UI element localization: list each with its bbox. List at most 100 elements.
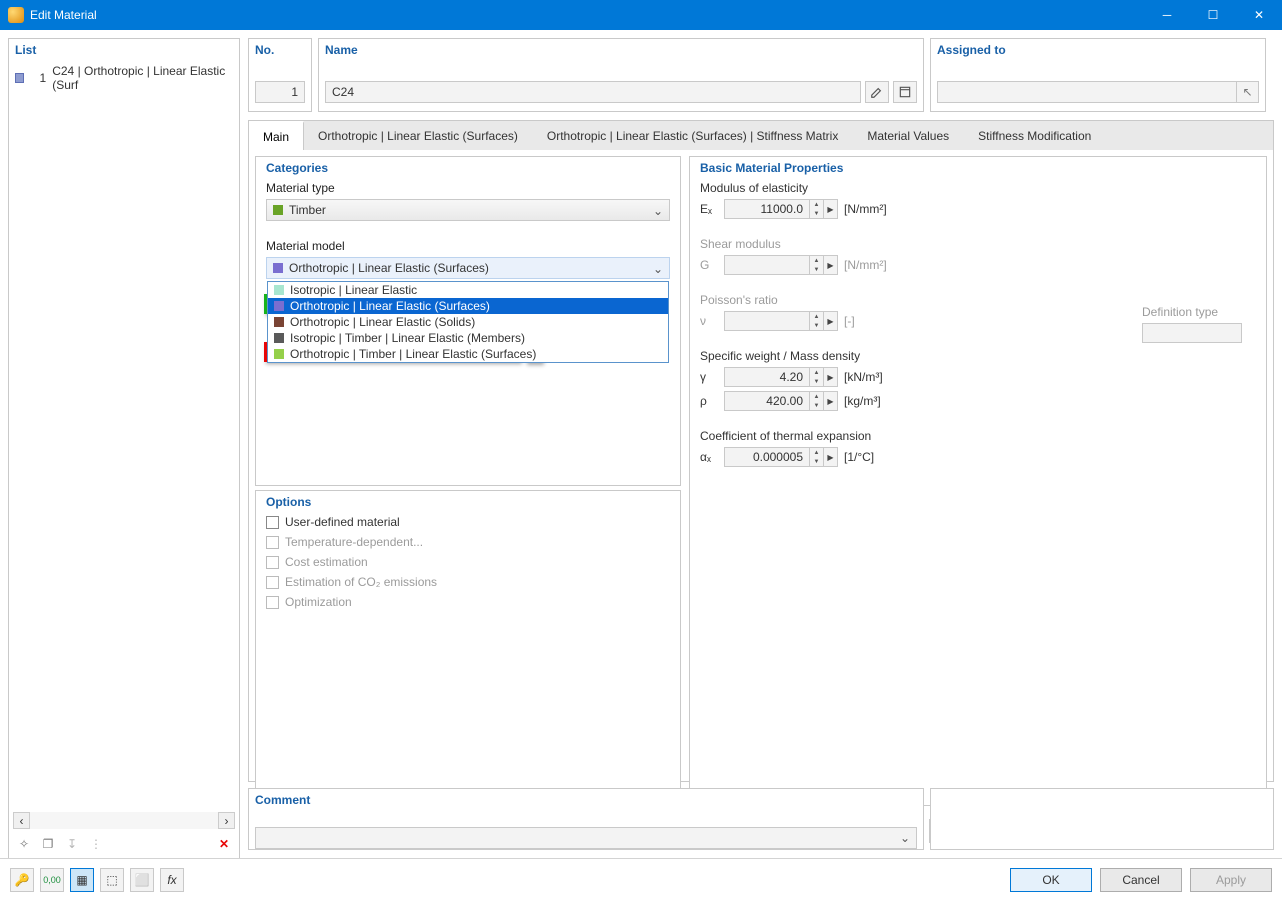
categories-header: Categories: [266, 161, 670, 175]
bottom-right-panel: [930, 788, 1274, 850]
assigned-input[interactable]: ↖: [937, 81, 1259, 103]
help-button[interactable]: 🔑: [10, 868, 34, 892]
material-model-dropdown: Isotropic | Linear Elastic Orthotropic |…: [267, 281, 669, 363]
definition-type-label: Definition type: [1142, 305, 1242, 319]
option-cost: Cost estimation: [266, 555, 670, 569]
library-button[interactable]: [893, 81, 917, 103]
new-item-button[interactable]: ✧: [13, 833, 35, 855]
modulus-label: Modulus of elasticity: [700, 181, 1256, 195]
checkbox: [266, 536, 279, 549]
chevron-down-icon: ⌄: [894, 831, 916, 845]
dropdown-item[interactable]: Orthotropic | Linear Elastic (Surfaces): [268, 298, 668, 314]
categories-group: Categories Material type Timber ⌄ Materi…: [255, 156, 681, 486]
ok-button[interactable]: OK: [1010, 868, 1092, 892]
app-icon: [8, 7, 24, 23]
view-button-2[interactable]: ⬚: [100, 868, 124, 892]
scroll-left-icon[interactable]: ‹: [13, 812, 30, 829]
model-swatch-icon: [273, 263, 283, 273]
footer-bar: 🔑 0,00 ▦ ⬚ ⬜ fx OK Cancel Apply: [0, 858, 1282, 900]
number-label: No.: [249, 39, 311, 61]
chevron-down-icon: ⌄: [653, 262, 663, 276]
option-user-defined[interactable]: User-defined material: [266, 515, 670, 529]
pick-icon[interactable]: ↖: [1236, 81, 1258, 103]
options-group: Options User-defined material Temperatur…: [255, 490, 681, 806]
checkbox: [266, 596, 279, 609]
number-input[interactable]: 1: [255, 81, 305, 103]
maximize-button[interactable]: ☐: [1190, 0, 1236, 30]
dropdown-item[interactable]: Orthotropic | Linear Elastic (Solids): [268, 314, 668, 330]
shear-label: Shear modulus: [700, 237, 1256, 251]
name-input[interactable]: C24: [325, 81, 861, 103]
material-type-select[interactable]: Timber ⌄: [266, 199, 670, 221]
material-swatch-icon: [15, 73, 24, 83]
option-optimization: Optimization: [266, 595, 670, 609]
shear-row: G ▲▼ ▶ [N/mm²]: [700, 255, 1256, 275]
view-button-1[interactable]: ▦: [70, 868, 94, 892]
tab-main[interactable]: Main: [249, 121, 304, 151]
assigned-panel: Assigned to ↖: [930, 38, 1266, 112]
list-scrollbar[interactable]: ‹ ›: [13, 812, 235, 829]
checkbox: [266, 576, 279, 589]
minimize-button[interactable]: ─: [1144, 0, 1190, 30]
duplicate-button[interactable]: ❐: [37, 833, 59, 855]
tab-stiffness-modification[interactable]: Stiffness Modification: [964, 121, 1106, 150]
shear-input: [724, 255, 810, 275]
delete-button[interactable]: ✕: [213, 833, 235, 855]
list-item-label: C24 | Orthotropic | Linear Elastic (Surf: [52, 64, 233, 92]
toolbar-button-4[interactable]: ⋮: [85, 833, 107, 855]
close-button[interactable]: ✕: [1236, 0, 1282, 30]
option-temperature: Temperature-dependent...: [266, 535, 670, 549]
dropdown-item[interactable]: Orthotropic | Timber | Linear Elastic (S…: [268, 346, 668, 362]
scroll-right-icon[interactable]: ›: [218, 812, 235, 829]
material-type-label: Material type: [266, 181, 670, 195]
comment-header: Comment: [249, 789, 923, 811]
alpha-input[interactable]: 0.000005: [724, 447, 810, 467]
tab-ortho-surfaces[interactable]: Orthotropic | Linear Elastic (Surfaces): [304, 121, 533, 150]
rho-row: ρ 420.00 ▲▼ ▶ [kg/m³]: [700, 391, 1256, 411]
dropdown-item[interactable]: Isotropic | Timber | Linear Elastic (Mem…: [268, 330, 668, 346]
main-content: Categories Material type Timber ⌄ Materi…: [248, 150, 1274, 782]
modulus-row: Eₓ 11000.0 ▲▼ ▶ [N/mm²]: [700, 199, 1256, 219]
dropdown-item[interactable]: Isotropic | Linear Elastic: [268, 282, 668, 298]
stepper-button[interactable]: ▶: [824, 199, 838, 219]
edit-name-button[interactable]: [865, 81, 889, 103]
list-item-number: 1: [30, 71, 46, 85]
tab-stiffness-matrix[interactable]: Orthotropic | Linear Elastic (Surfaces) …: [533, 121, 853, 150]
checkbox: [266, 556, 279, 569]
alpha-row: αₓ 0.000005 ▲▼ ▶ [1/°C]: [700, 447, 1256, 467]
cancel-button[interactable]: Cancel: [1100, 868, 1182, 892]
units-button[interactable]: 0,00: [40, 868, 64, 892]
comment-panel: Comment ⌄ ❐: [248, 788, 924, 850]
comment-input[interactable]: ⌄: [255, 827, 917, 849]
list-item[interactable]: 1 C24 | Orthotropic | Linear Elastic (Su…: [13, 63, 235, 93]
window-title: Edit Material: [30, 8, 1144, 22]
checkbox[interactable]: [266, 516, 279, 529]
definition-type-input: [1142, 323, 1242, 343]
tab-bar: Main Orthotropic | Linear Elastic (Surfa…: [248, 120, 1274, 150]
gamma-input[interactable]: 4.20: [724, 367, 810, 387]
options-header: Options: [266, 495, 670, 509]
rho-input[interactable]: 420.00: [724, 391, 810, 411]
name-panel: Name C24: [318, 38, 924, 112]
title-bar: Edit Material ─ ☐ ✕: [0, 0, 1282, 30]
spinner[interactable]: ▲▼: [810, 199, 824, 219]
modulus-input[interactable]: 11000.0: [724, 199, 810, 219]
list-header: List: [9, 39, 239, 61]
poisson-input: [724, 311, 810, 331]
number-panel: No. 1: [248, 38, 312, 112]
assigned-label: Assigned to: [931, 39, 1265, 61]
weight-label: Specific weight / Mass density: [700, 349, 1256, 363]
script-button[interactable]: fx: [160, 868, 184, 892]
tab-material-values[interactable]: Material Values: [853, 121, 964, 150]
name-label: Name: [319, 39, 923, 61]
apply-button[interactable]: Apply: [1190, 868, 1272, 892]
basic-properties-group: Basic Material Properties Modulus of ela…: [689, 156, 1267, 806]
view-button-3[interactable]: ⬜: [130, 868, 154, 892]
toolbar-button-3[interactable]: ↧: [61, 833, 83, 855]
chevron-down-icon: ⌄: [653, 204, 663, 218]
timber-swatch-icon: [273, 205, 283, 215]
thermal-label: Coefficient of thermal expansion: [700, 429, 1256, 443]
basic-header: Basic Material Properties: [700, 161, 1256, 175]
material-model-select[interactable]: Orthotropic | Linear Elastic (Surfaces) …: [266, 257, 670, 279]
list-panel: List 1 C24 | Orthotropic | Linear Elasti…: [8, 38, 240, 860]
